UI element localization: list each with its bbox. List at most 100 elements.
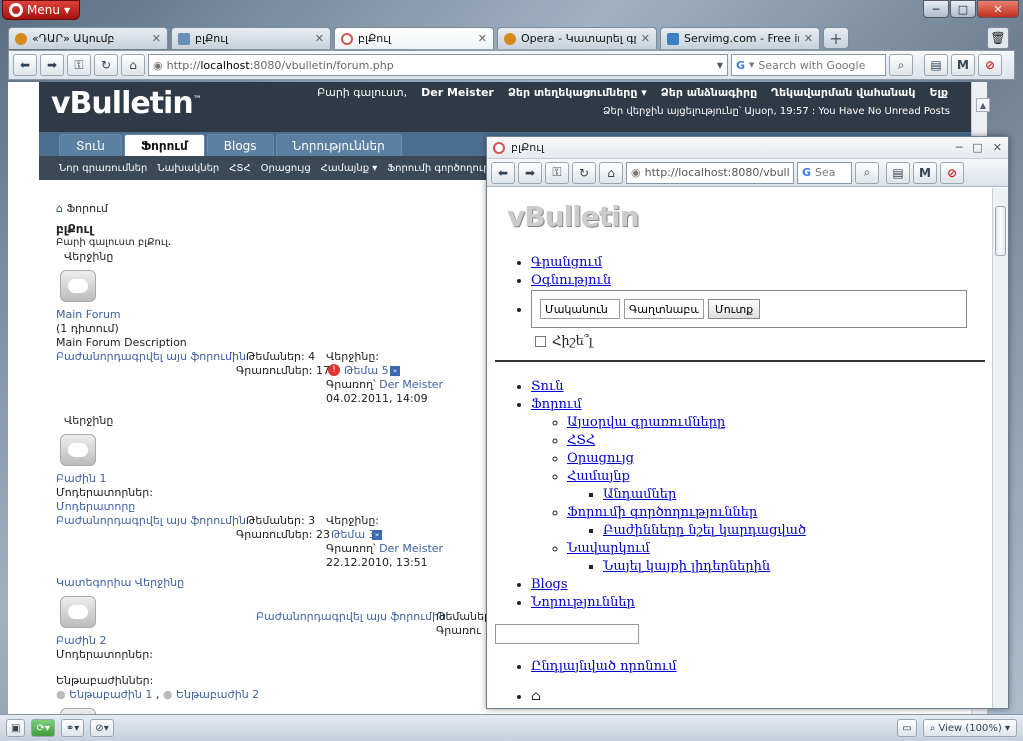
register-link[interactable]: Գրանցում [531, 255, 602, 270]
vbulletin-logo[interactable]: vBulletin [507, 200, 640, 233]
reload-button[interactable]: ↻ [572, 161, 596, 184]
scroll-thumb[interactable] [995, 206, 1006, 256]
scroll-up-button[interactable]: ▲ [976, 98, 990, 112]
main-forum-link[interactable]: Main Forum [56, 308, 486, 322]
tab-blkul-2[interactable]: բլՔուլ ✕ [334, 27, 494, 49]
home-button[interactable]: ⌂ [599, 161, 623, 184]
advanced-search-link[interactable]: Ընդլայնված որոնում [531, 659, 677, 674]
nav-community-link[interactable]: Համայնք [567, 469, 630, 484]
subnav-calendar[interactable]: Օրացույց [261, 163, 311, 174]
goto-last-post-icon[interactable]: » [390, 366, 400, 376]
tab-home[interactable]: Տուն [59, 134, 122, 156]
reload-button[interactable]: ↻ [94, 54, 118, 76]
popup-scrollbar[interactable] [992, 188, 1008, 708]
author-link[interactable]: Der Meister [379, 542, 443, 555]
nav-news-link[interactable]: Նորություններ [531, 595, 635, 610]
nav-forum-actions-link[interactable]: Ֆորումի գործողություններ [567, 505, 757, 520]
panel-button[interactable]: ▤ [924, 54, 948, 76]
nav-today-posts-link[interactable]: Այսօրվա գրառումները [567, 415, 725, 430]
chevron-down-icon[interactable]: ▼ [717, 61, 723, 70]
tab-close-icon[interactable]: ✕ [152, 32, 161, 45]
nav-home-link[interactable]: Տուն [531, 379, 564, 394]
home-icon[interactable]: ⌂ [56, 202, 63, 215]
forward-button[interactable]: ➡ [40, 54, 64, 76]
wand-button[interactable]: ⚿ [545, 161, 569, 184]
author-link[interactable]: Der Meister [379, 378, 443, 391]
adblock-button[interactable]: ⊘ [940, 161, 964, 184]
back-button[interactable]: ⬅ [491, 161, 515, 184]
tab-forum[interactable]: Ֆորում [123, 134, 205, 156]
password-input[interactable] [624, 299, 704, 319]
adblock-button[interactable]: ⊘ [978, 54, 1002, 76]
subnav-community[interactable]: Համայնք ▾ [321, 163, 378, 174]
subforum-link-2[interactable]: Ենթաբաժին 2 [176, 688, 259, 701]
opera-menu-button[interactable]: Menu ▼ [2, 0, 80, 20]
header-link-notifications[interactable]: Ձեր տեղեկացումները ▾ [508, 86, 647, 99]
trash-icon[interactable]: 🗑 [987, 27, 1009, 49]
username-input[interactable] [540, 299, 620, 319]
tab-blkul-1[interactable]: բլՔուլ ✕ [171, 27, 331, 49]
address-bar[interactable]: ◉ http://localhost:8080/vbulletin/forum.… [148, 54, 728, 76]
last-thread-link[interactable]: Թեմա 3 [331, 528, 376, 542]
panel-button[interactable]: ▤ [886, 161, 910, 184]
popup-quick-search-input[interactable] [495, 624, 639, 644]
username-link[interactable]: Der Meister [421, 86, 494, 99]
mail-button[interactable]: M [951, 54, 975, 76]
nav-mark-read-link[interactable]: Բաժինները նշել կարդացված [603, 523, 806, 538]
tab-servimg[interactable]: Servimg.com - Free im... ✕ [660, 27, 820, 49]
nav-blogs-link[interactable]: Blogs [531, 577, 568, 592]
subscribe-link[interactable]: Բաժանորդագրվել այս ֆորումին [256, 610, 446, 624]
header-link-usercp[interactable]: Ղեկավարման վահանակ [771, 86, 915, 99]
subforum-link-1[interactable]: Ենթաբաժին 1 [69, 688, 152, 701]
search-button[interactable]: ⌕ [855, 161, 879, 184]
tab-blogs[interactable]: Blogs [206, 134, 274, 156]
unite-button[interactable]: ⚭ ▾ [60, 719, 85, 737]
turbo-button[interactable]: ⊘ ▾ [90, 719, 114, 737]
back-button[interactable]: ⬅ [13, 54, 37, 76]
nav-navigation-link[interactable]: Նավարկում [567, 541, 650, 556]
tab-akumb[interactable]: «ԴԱՐ» Ակումբ ✕ [8, 27, 168, 49]
tab-news[interactable]: Նորություններ [275, 134, 402, 156]
vbulletin-logo[interactable]: vBulletin™ [51, 86, 202, 121]
tab-opera[interactable]: Opera - Կատարել գր... ✕ [497, 27, 657, 49]
search-input[interactable]: G ▼ Search with Google [731, 54, 886, 76]
header-link-logout[interactable]: Ելք [929, 86, 948, 99]
new-tab-button[interactable]: + [823, 27, 849, 49]
tab-close-icon[interactable]: ✕ [641, 32, 650, 45]
popup-address-bar[interactable]: ◉ http://localhost:8080/vbull [626, 161, 794, 184]
sync-button[interactable]: ⟳ ▾ [31, 719, 55, 737]
home-button[interactable]: ⌂ [121, 54, 145, 76]
nav-members-link[interactable]: Անդամներ [603, 487, 676, 502]
tab-close-icon[interactable]: ✕ [804, 32, 813, 45]
panel-toggle-button[interactable]: ▣ [6, 719, 26, 737]
moderator-link[interactable]: Մոդերատորը [56, 500, 486, 514]
section2-link[interactable]: Բաժին 2 [56, 634, 486, 648]
view-toggle-button[interactable]: ▭ [897, 719, 917, 737]
nav-faq-link[interactable]: ՀՏՀ [567, 433, 595, 448]
subnav-faq[interactable]: ՀՏՀ [229, 163, 250, 174]
nav-leaders-link[interactable]: Նայել կայքի լիդերներին [603, 559, 770, 574]
popup-search-input[interactable]: G Sea [797, 161, 852, 184]
subscribe-link[interactable]: Բաժանորդագրվել այս ֆորումին [56, 514, 246, 528]
search-button[interactable]: ⌕ [889, 54, 913, 76]
mail-button[interactable]: M [913, 161, 937, 184]
remember-checkbox[interactable] [535, 336, 546, 347]
tab-close-icon[interactable]: ✕ [478, 32, 487, 45]
zoom-button[interactable]: ⌕ View (100%) ▾ [922, 719, 1017, 737]
wand-button[interactable]: ⚿ [67, 54, 91, 76]
popup-close-button[interactable]: ✕ [993, 141, 1002, 154]
popup-minimize-button[interactable]: ─ [956, 141, 963, 154]
home-icon[interactable]: ⌂ [531, 689, 541, 704]
breadcrumb-forum[interactable]: Ֆորում [66, 202, 107, 215]
login-button[interactable]: Մուտք [708, 299, 761, 319]
nav-forum-link[interactable]: Ֆորում [531, 397, 582, 412]
goto-last-post-icon[interactable]: » [372, 530, 382, 540]
minimize-button[interactable]: ─ [923, 0, 949, 18]
forward-button[interactable]: ➡ [518, 161, 542, 184]
subnav-private[interactable]: Նախակներ [157, 163, 219, 174]
nav-calendar-link[interactable]: Օրացույց [567, 451, 634, 466]
category-link[interactable]: Կատեգորիա Վերջինը [56, 576, 486, 590]
section1-link[interactable]: Բաժին 1 [56, 472, 486, 486]
close-button[interactable]: ✕ [977, 0, 1019, 18]
popup-maximize-button[interactable]: □ [972, 141, 982, 154]
